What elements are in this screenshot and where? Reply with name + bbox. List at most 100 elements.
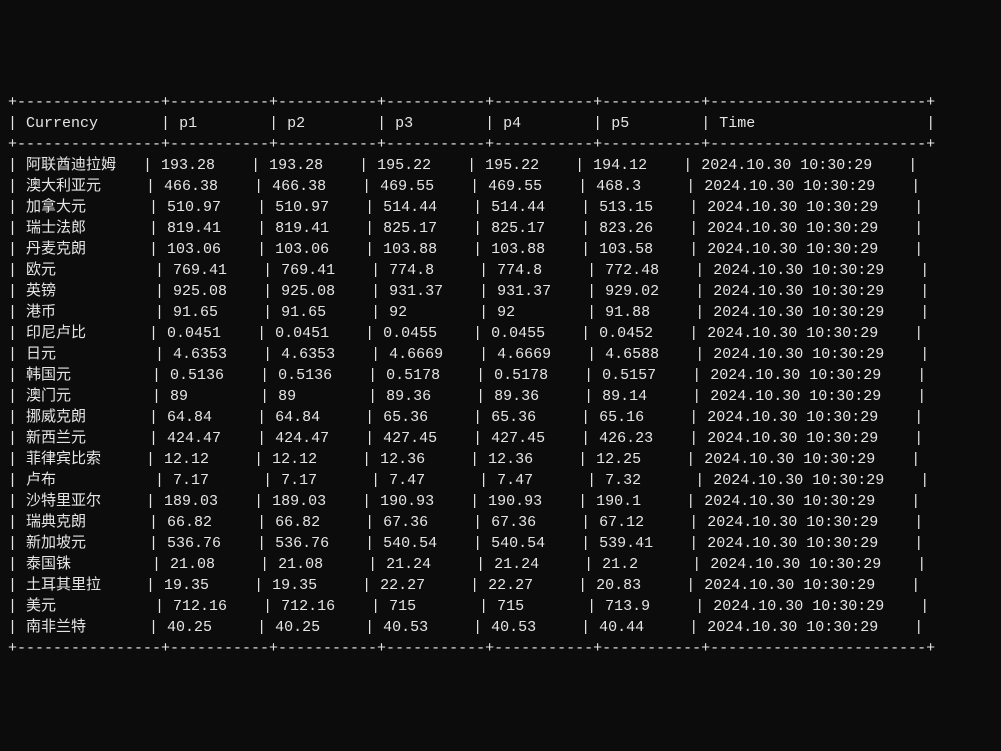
cell-currency: 卢布 <box>26 470 146 491</box>
cell-p4: 825.17 <box>491 218 572 239</box>
cell-p3: 825.17 <box>383 218 464 239</box>
cell-currency: 瑞典克朗 <box>26 512 140 533</box>
cell-p3: 514.44 <box>383 197 464 218</box>
table-row: | 土耳其里拉 | 19.35 | 19.35 | 22.27 | 22.27 … <box>8 575 935 596</box>
cell-currency: 沙特里亚尔 <box>26 491 137 512</box>
cell-p1: 12.12 <box>164 449 245 470</box>
table-row: | 韩国元 | 0.5136 | 0.5136 | 0.5178 | 0.517… <box>8 365 935 386</box>
cell-currency: 丹麦克朗 <box>26 239 140 260</box>
cell-p3: 65.36 <box>383 407 464 428</box>
cell-p5: 20.83 <box>596 575 677 596</box>
cell-p1: 19.35 <box>164 575 245 596</box>
cell-p5: 468.3 <box>596 176 677 197</box>
table-row: | 日元 | 4.6353 | 4.6353 | 4.6669 | 4.6669… <box>8 344 935 365</box>
cell-time: 2024.10.30 10:30:29 <box>704 176 902 197</box>
cell-p3: 40.53 <box>383 617 464 638</box>
cell-time: 2024.10.30 10:30:29 <box>707 428 905 449</box>
cell-currency: 新加坡元 <box>26 533 140 554</box>
cell-p1: 4.6353 <box>173 344 254 365</box>
cell-time: 2024.10.30 10:30:29 <box>704 449 902 470</box>
cell-p3: 7.47 <box>389 470 470 491</box>
cell-p5: 40.44 <box>599 617 680 638</box>
cell-p3: 931.37 <box>389 281 470 302</box>
cell-p2: 4.6353 <box>281 344 362 365</box>
cell-time: 2024.10.30 10:30:29 <box>713 281 911 302</box>
table-row: | 澳门元 | 89 | 89 | 89.36 | 89.36 | 89.14 … <box>8 386 935 407</box>
cell-p1: 819.41 <box>167 218 248 239</box>
cell-currency: 澳门元 <box>26 386 143 407</box>
table-row: | 欧元 | 769.41 | 769.41 | 774.8 | 774.8 |… <box>8 260 935 281</box>
table-row: | 阿联酋迪拉姆 | 193.28 | 193.28 | 195.22 | 19… <box>8 155 935 176</box>
cell-p4: 427.45 <box>491 428 572 449</box>
cell-p3: 12.36 <box>380 449 461 470</box>
cell-p5: 823.26 <box>599 218 680 239</box>
cell-currency: 韩国元 <box>26 365 143 386</box>
cell-time: 2024.10.30 10:30:29 <box>701 155 899 176</box>
cell-p1: 925.08 <box>173 281 254 302</box>
cell-p3: 4.6669 <box>389 344 470 365</box>
cell-p1: 466.38 <box>164 176 245 197</box>
col-header-p4: p4 <box>503 113 584 134</box>
cell-p4: 931.37 <box>497 281 578 302</box>
cell-p5: 4.6588 <box>605 344 686 365</box>
cell-time: 2024.10.30 10:30:29 <box>707 197 905 218</box>
cell-p2: 64.84 <box>275 407 356 428</box>
table-row: | 菲律宾比索 | 12.12 | 12.12 | 12.36 | 12.36 … <box>8 449 935 470</box>
cell-p1: 103.06 <box>167 239 248 260</box>
table-row: | 卢布 | 7.17 | 7.17 | 7.47 | 7.47 | 7.32 … <box>8 470 935 491</box>
cell-p5: 190.1 <box>596 491 677 512</box>
cell-p1: 66.82 <box>167 512 248 533</box>
table-rule-top: +----------------+-----------+----------… <box>8 92 935 113</box>
cell-p4: 7.47 <box>497 470 578 491</box>
cell-time: 2024.10.30 10:30:29 <box>710 365 908 386</box>
cell-time: 2024.10.30 10:30:29 <box>713 596 911 617</box>
col-header-p2: p2 <box>287 113 368 134</box>
cell-p5: 0.5157 <box>602 365 683 386</box>
cell-p1: 64.84 <box>167 407 248 428</box>
cell-time: 2024.10.30 10:30:29 <box>713 344 911 365</box>
table-row: | 印尼卢比 | 0.0451 | 0.0451 | 0.0455 | 0.04… <box>8 323 935 344</box>
table-row: | 丹麦克朗 | 103.06 | 103.06 | 103.88 | 103.… <box>8 239 935 260</box>
cell-p3: 89.36 <box>386 386 467 407</box>
cell-p5: 929.02 <box>605 281 686 302</box>
cell-p2: 189.03 <box>272 491 353 512</box>
cell-p4: 92 <box>497 302 578 323</box>
cell-p4: 65.36 <box>491 407 572 428</box>
table-row: | 新加坡元 | 536.76 | 536.76 | 540.54 | 540.… <box>8 533 935 554</box>
cell-p2: 91.65 <box>281 302 362 323</box>
cell-p3: 21.24 <box>386 554 467 575</box>
cell-p4: 12.36 <box>488 449 569 470</box>
cell-p2: 510.97 <box>275 197 356 218</box>
cell-p2: 66.82 <box>275 512 356 533</box>
table-header-row: | Currency | p1 | p2 | p3 | p4 | p5 | Ti… <box>8 113 935 134</box>
cell-currency: 英镑 <box>26 281 146 302</box>
table-row: | 泰国铢 | 21.08 | 21.08 | 21.24 | 21.24 | … <box>8 554 935 575</box>
cell-p5: 12.25 <box>596 449 677 470</box>
cell-p5: 0.0452 <box>599 323 680 344</box>
cell-p5: 194.12 <box>593 155 674 176</box>
cell-p4: 0.5178 <box>494 365 575 386</box>
cell-p1: 0.5136 <box>170 365 251 386</box>
cell-currency: 加拿大元 <box>26 197 140 218</box>
cell-currency: 土耳其里拉 <box>26 575 137 596</box>
cell-p4: 0.0455 <box>491 323 572 344</box>
cell-p5: 7.32 <box>605 470 686 491</box>
cell-time: 2024.10.30 10:30:29 <box>707 533 905 554</box>
col-header-p3: p3 <box>395 113 476 134</box>
table-row: | 港币 | 91.65 | 91.65 | 92 | 92 | 91.88 |… <box>8 302 935 323</box>
cell-p4: 540.54 <box>491 533 572 554</box>
cell-p4: 774.8 <box>497 260 578 281</box>
table-row: | 瑞士法郎 | 819.41 | 819.41 | 825.17 | 825.… <box>8 218 935 239</box>
cell-p5: 21.2 <box>602 554 683 575</box>
cell-p4: 195.22 <box>485 155 566 176</box>
cell-p2: 89 <box>278 386 359 407</box>
cell-time: 2024.10.30 10:30:29 <box>710 554 908 575</box>
cell-time: 2024.10.30 10:30:29 <box>713 470 911 491</box>
table-row: | 沙特里亚尔 | 189.03 | 189.03 | 190.93 | 190… <box>8 491 935 512</box>
cell-p1: 189.03 <box>164 491 245 512</box>
cell-time: 2024.10.30 10:30:29 <box>707 239 905 260</box>
cell-p3: 92 <box>389 302 470 323</box>
col-header-time: Time <box>719 113 917 134</box>
table-row: | 新西兰元 | 424.47 | 424.47 | 427.45 | 427.… <box>8 428 935 449</box>
cell-p4: 514.44 <box>491 197 572 218</box>
